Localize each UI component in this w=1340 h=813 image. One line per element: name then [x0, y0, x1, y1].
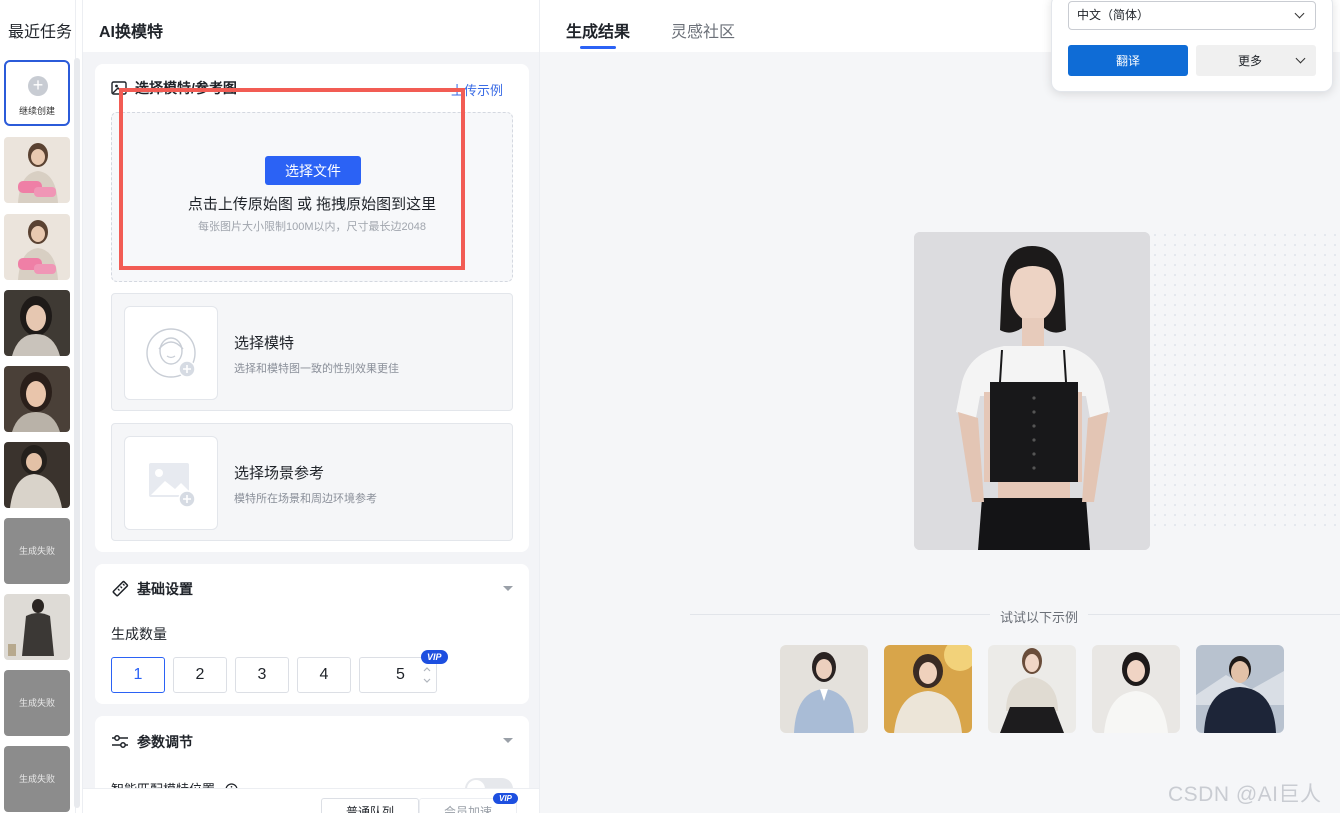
- upload-card: 选择模特/参考图 上传示例 选择文件 点击上传原始图 或 拖拽原始图到这里 每张…: [95, 64, 529, 552]
- avatar-add-icon: [146, 328, 196, 378]
- example-image-5[interactable]: [1196, 645, 1284, 733]
- recent-task-thumbnail-3[interactable]: [4, 290, 70, 356]
- param-tuning-text: 参数调节: [137, 734, 193, 750]
- param-tuning-heading[interactable]: 参数调节: [111, 732, 193, 753]
- count-option-3[interactable]: 3: [235, 657, 289, 693]
- upload-card-heading: 选择模特/参考图: [111, 78, 237, 99]
- choose-file-button[interactable]: 选择文件: [265, 156, 361, 185]
- recent-task-failed-3[interactable]: 生成失败: [4, 746, 70, 812]
- vip-badge: VIP: [421, 650, 448, 664]
- basic-settings-collapse-icon[interactable]: [503, 586, 513, 591]
- example-image-4[interactable]: [1092, 645, 1180, 733]
- basic-settings-text: 基础设置: [137, 581, 193, 597]
- example-image-2[interactable]: [884, 645, 972, 733]
- watermark: CSDN @AI巨人: [1168, 783, 1322, 806]
- image-icon: [111, 80, 127, 99]
- recent-task-thumbnail-5[interactable]: [4, 442, 70, 508]
- active-tab-indicator: [580, 46, 616, 49]
- recent-task-failed-2[interactable]: 生成失败: [4, 670, 70, 736]
- continue-create-label: 继续创建: [18, 106, 55, 116]
- count-option-4[interactable]: 4: [297, 657, 351, 693]
- sliders-icon: [111, 734, 129, 753]
- translate-button[interactable]: 翻译: [1068, 45, 1188, 76]
- upload-heading-text: 选择模特/参考图: [135, 80, 237, 96]
- more-button-label: 更多: [1238, 54, 1263, 68]
- language-select[interactable]: 中文（简体）: [1068, 1, 1316, 30]
- upload-example-link[interactable]: 上传示例: [451, 80, 503, 99]
- count-option-2[interactable]: 2: [173, 657, 227, 693]
- panel-header: AI换模特: [83, 0, 539, 52]
- ruler-icon: [111, 580, 129, 601]
- more-button[interactable]: 更多: [1196, 45, 1316, 76]
- language-value: 中文（简体）: [1077, 8, 1150, 22]
- scene-placeholder: [124, 436, 218, 530]
- example-image-3[interactable]: [988, 645, 1076, 733]
- examples-label: 试试以下示例: [990, 607, 1089, 626]
- example-image-1[interactable]: [780, 645, 868, 733]
- chevron-down-icon: [1294, 8, 1305, 19]
- select-scene-desc: 模特所在场景和周边环境参考: [234, 493, 377, 505]
- stepper-arrows-icon[interactable]: [422, 662, 432, 688]
- recent-tasks-title: 最近任务: [8, 24, 73, 41]
- tab-inspiration[interactable]: 灵感社区: [671, 18, 735, 42]
- upload-dropzone[interactable]: 选择文件 点击上传原始图 或 拖拽原始图到这里 每张图片大小限制100M以内，尺…: [111, 112, 513, 282]
- translate-popup: 中文（简体） 翻译 更多: [1051, 0, 1333, 92]
- select-model-desc: 选择和模特图一致的性别效果更佳: [234, 363, 399, 375]
- main-result-image: [914, 232, 1150, 550]
- dropzone-instruction: 点击上传原始图 或 拖拽原始图到这里: [187, 196, 437, 213]
- count-option-1[interactable]: 1: [111, 657, 165, 693]
- recent-task-thumbnail-2[interactable]: [4, 214, 70, 280]
- select-model-title: 选择模特: [234, 335, 295, 352]
- dropzone-size-limit: 每张图片大小限制100M以内，尺寸最长边2048: [198, 221, 426, 233]
- recent-task-thumbnail-6[interactable]: [4, 594, 70, 660]
- config-panel: AI换模特 选择模特/参考图 上传示例 选择文件 点击上传原始图 或 拖拽原始图…: [82, 0, 540, 813]
- basic-settings-card: 基础设置 生成数量 1 2 3 4 5 VIP: [95, 564, 529, 704]
- more-chevron-down-icon: [1295, 53, 1306, 64]
- tab-results[interactable]: 生成结果: [566, 18, 630, 42]
- select-model-option[interactable]: 选择模特 选择和模特图一致的性别效果更佳: [111, 293, 513, 411]
- recent-task-thumbnail-1[interactable]: [4, 137, 70, 203]
- image-add-icon: [149, 463, 196, 508]
- page-title: AI换模特: [99, 24, 164, 41]
- basic-settings-heading[interactable]: 基础设置: [111, 579, 193, 601]
- recent-task-failed-1[interactable]: 生成失败: [4, 518, 70, 584]
- normal-queue-button[interactable]: 普通队列: [321, 798, 419, 813]
- plus-icon: +: [28, 76, 48, 96]
- continue-create-button[interactable]: + 继续创建: [4, 60, 70, 126]
- model-placeholder: [124, 306, 218, 400]
- select-scene-title: 选择场景参考: [234, 465, 325, 482]
- generate-count-label: 生成数量: [111, 626, 167, 642]
- member-vip-badge: VIP: [493, 793, 518, 804]
- select-scene-option[interactable]: 选择场景参考 模特所在场景和周边环境参考: [111, 423, 513, 541]
- bottom-action-bar: 普通队列 会员加速 VIP: [83, 788, 539, 813]
- param-tuning-collapse-icon[interactable]: [503, 738, 513, 743]
- result-area: 生成结果 灵感社区 试试以下示例: [540, 0, 1340, 813]
- recent-task-thumbnail-4[interactable]: [4, 366, 70, 432]
- count-option-5-label: 5: [396, 666, 405, 683]
- recent-tasks-column: 最近任务 + 继续创建 生成失败 生成失败 生成失败: [0, 0, 80, 813]
- recent-scrollbar[interactable]: [74, 58, 80, 808]
